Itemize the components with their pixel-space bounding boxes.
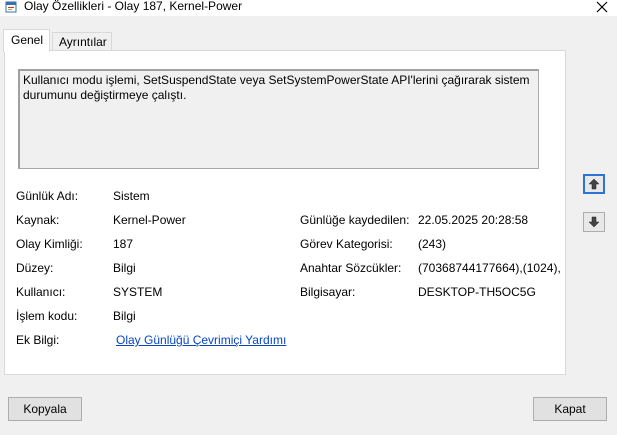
tab-ayrintilar-label: Ayrıntılar (59, 35, 107, 49)
keywords-label: Anahtar Sözcükler: (300, 261, 402, 275)
general-panel: Kullanıcı modu işlemi, SetSuspendState v… (4, 50, 566, 375)
copy-button[interactable]: Kopyala (8, 397, 82, 421)
title-bar: Olay Özellikleri - Olay 187, Kernel-Powe… (0, 0, 617, 16)
close-button[interactable] (587, 0, 617, 16)
computer-value: DESKTOP-TH5OC5G (418, 285, 536, 299)
opcode-label: İşlem kodu: (16, 309, 78, 323)
next-event-button[interactable] (583, 212, 605, 232)
event-description[interactable]: Kullanıcı modu işlemi, SetSuspendState v… (18, 69, 539, 169)
user-label: Kullanıcı: (16, 285, 66, 299)
user-value: SYSTEM (113, 285, 163, 299)
keywords-value: (70368744177664),(1024), (418, 261, 561, 275)
source-label: Kaynak: (16, 213, 60, 227)
log-name-value: Sistem (113, 189, 150, 203)
close-icon (596, 1, 608, 13)
task-category-label: Görev Kategorisi: (300, 237, 393, 251)
close-dialog-button[interactable]: Kapat (533, 397, 607, 421)
arrow-up-icon (588, 178, 600, 190)
tab-genel[interactable]: Genel (3, 29, 50, 52)
more-info-label: Ek Bilgi: (16, 333, 60, 347)
event-id-value: 187 (113, 237, 134, 251)
logged-label: Günlüğe kaydedilen: (300, 213, 410, 227)
arrow-down-icon (588, 216, 600, 228)
online-help-link[interactable]: Olay Günlüğü Çevrimiçi Yardımı (116, 333, 286, 347)
opcode-value: Bilgi (113, 309, 136, 323)
level-value: Bilgi (113, 261, 136, 275)
computer-label: Bilgisayar: (300, 285, 356, 299)
window-title: Olay Özellikleri - Olay 187, Kernel-Powe… (24, 0, 243, 13)
previous-event-button[interactable] (583, 174, 605, 194)
level-label: Düzey: (16, 261, 54, 275)
tab-genel-label: Genel (11, 33, 44, 47)
logged-value: 22.05.2025 20:28:58 (418, 213, 529, 227)
task-category-value: (243) (418, 237, 447, 251)
source-value: Kernel-Power (113, 213, 186, 227)
tab-ayrintilar[interactable]: Ayrıntılar (52, 32, 112, 51)
event-id-label: Olay Kimliği: (16, 237, 83, 251)
event-viewer-icon (5, 1, 17, 13)
log-name-label: Günlük Adı: (16, 189, 79, 203)
